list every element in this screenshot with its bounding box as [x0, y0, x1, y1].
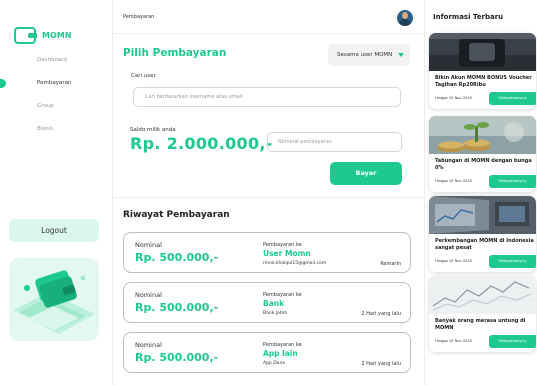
balance-value: Rp. 2.000.000,- — [130, 134, 273, 153]
pay-button[interactable]: Bayar — [330, 162, 402, 185]
read-more-button[interactable]: Selengkapnya ▸ — [489, 335, 536, 348]
read-more-button[interactable]: Selengkapnya ▸ — [489, 92, 536, 105]
news-card-title: Perkembangan MOMN di Indonesia sangat pe… — [435, 238, 534, 251]
history-time: 2 Hari yang lalu — [361, 311, 401, 317]
history-time: 2 Hari yang lalu — [361, 361, 401, 367]
history-item[interactable]: Nominal Rp. 500.000,- Pembayaran ke App … — [123, 332, 411, 373]
wallet-illustration — [9, 258, 99, 341]
news-card[interactable]: Banyak orang merasa untung di MOMN Hingg… — [429, 276, 536, 352]
history-recipient-detail: App Dana — [263, 361, 286, 366]
sidebar-item-pembayaran[interactable]: Pembayaran — [0, 76, 113, 91]
sidebar-item-label: Dashboard — [37, 57, 67, 63]
news-card-title: Bikin Akun MOMN BONUS Voucher Tagihan Rp… — [435, 75, 532, 88]
avatar[interactable] — [397, 10, 413, 26]
history-recipient-detail: rinno.khalqul15@gmail.com — [263, 261, 327, 266]
history-to-label: Pembayaran ke — [263, 342, 302, 348]
news-card-date: Hingga 15 Nov 2020 — [435, 179, 472, 183]
news-card-title: Banyak orang merasa untung di MOMN — [435, 318, 526, 331]
read-more-label: Selengkapnya — [498, 96, 524, 100]
news-card[interactable]: Perkembangan MOMN di Indonesia sangat pe… — [429, 196, 536, 272]
news-card-date: Hingga 15 Nov 2020 — [435, 259, 472, 263]
history-recipient-detail: Bank Jatim — [263, 311, 288, 316]
nominal-input[interactable]: Nominal pembayaran — [267, 132, 402, 152]
read-more-button[interactable]: Selengkapnya ▸ — [489, 175, 536, 188]
main-content: Pembayaran Pilih Pembayaran Sesama user … — [113, 0, 424, 385]
sidebar-item-group[interactable]: Group — [0, 99, 113, 114]
history-amount: Rp. 500.000,- — [135, 251, 219, 264]
news-card-title: Tabungan di MOMN dengan bunga 0% — [435, 158, 532, 171]
divider — [113, 33, 424, 34]
payment-method-select[interactable]: Sesama user MOMN — [328, 44, 410, 66]
sidebar-item-label: Bisnis — [37, 126, 54, 132]
news-image — [429, 33, 536, 71]
sidebar-nav: Dashboard Pembayaran Group Bisnis — [0, 53, 113, 145]
history-amount: Rp. 500.000,- — [135, 351, 219, 364]
history-amount: Rp. 500.000,- — [135, 301, 219, 314]
logout-button[interactable]: Logout — [9, 219, 99, 242]
history-recipient: User Momn — [263, 249, 311, 258]
sidebar-item-label: Pembayaran — [37, 80, 72, 86]
history-title: Riwayat Pembayaran — [123, 210, 230, 220]
news-panel: Informasi Terbaru Bikin Akun MOMN BONUS … — [424, 0, 537, 385]
breadcrumb: Pembayaran — [123, 14, 155, 20]
logo[interactable]: MOMN — [14, 27, 71, 44]
history-to-label: Pembayaran ke — [263, 292, 302, 298]
sidebar-item-dashboard[interactable]: Dashboard — [0, 53, 113, 68]
active-indicator — [0, 79, 6, 88]
nominal-placeholder: Nominal pembayaran — [278, 139, 332, 145]
read-more-button[interactable]: Selengkapnya ▸ — [489, 255, 536, 268]
sidebar: MOMN Dashboard Pembayaran Group Bisnis L… — [0, 0, 113, 385]
payment-method-value: Sesama user MOMN — [337, 52, 393, 58]
user-search-label: Cari user — [131, 73, 156, 79]
chevron-right-icon: ▸ — [524, 179, 527, 183]
chevron-right-icon: ▸ — [524, 96, 527, 100]
news-image — [429, 196, 536, 234]
wallet-illustration-icon — [13, 270, 95, 334]
read-more-label: Selengkapnya — [498, 339, 524, 343]
divider — [113, 197, 424, 198]
history-time: Kemarin — [380, 261, 401, 267]
user-search-placeholder: Cari berdasarkan username atau email — [145, 94, 243, 100]
chevron-right-icon: ▸ — [524, 259, 527, 263]
history-item[interactable]: Nominal Rp. 500.000,- Pembayaran ke User… — [123, 232, 411, 273]
chevron-down-icon — [398, 53, 404, 57]
balance-label: Saldo milik anda — [130, 127, 176, 133]
user-search-input[interactable]: Cari berdasarkan username atau email — [133, 87, 401, 107]
avatar-head — [402, 12, 408, 19]
news-title: Informasi Terbaru — [433, 13, 504, 21]
news-image — [429, 116, 536, 154]
history-list: Nominal Rp. 500.000,- Pembayaran ke User… — [123, 232, 411, 382]
news-image — [429, 276, 536, 314]
history-to-label: Pembayaran ke — [263, 242, 302, 248]
news-card[interactable]: Bikin Akun MOMN BONUS Voucher Tagihan Rp… — [429, 33, 536, 109]
history-recipient: Bank — [263, 299, 285, 308]
read-more-label: Selengkapnya — [498, 179, 524, 183]
chevron-right-icon: ▸ — [524, 339, 527, 343]
news-card[interactable]: Tabungan di MOMN dengan bunga 0% Hingga … — [429, 116, 536, 192]
history-recipient: App lain — [263, 349, 298, 358]
wallet-icon — [14, 27, 37, 44]
news-card-date: Hingga 15 Nov 2020 — [435, 339, 472, 343]
avatar-body — [399, 19, 411, 26]
history-amount-label: Nominal — [135, 341, 162, 349]
brand-name: MOMN — [42, 31, 72, 40]
history-item[interactable]: Nominal Rp. 500.000,- Pembayaran ke Bank… — [123, 282, 411, 323]
page-title: Pilih Pembayaran — [123, 47, 227, 59]
read-more-label: Selengkapnya — [498, 259, 524, 263]
sidebar-item-bisnis[interactable]: Bisnis — [0, 122, 113, 137]
news-card-date: Hingga 15 Nov 2020 — [435, 96, 472, 100]
history-amount-label: Nominal — [135, 241, 162, 249]
history-amount-label: Nominal — [135, 291, 162, 299]
sidebar-item-label: Group — [37, 103, 54, 109]
